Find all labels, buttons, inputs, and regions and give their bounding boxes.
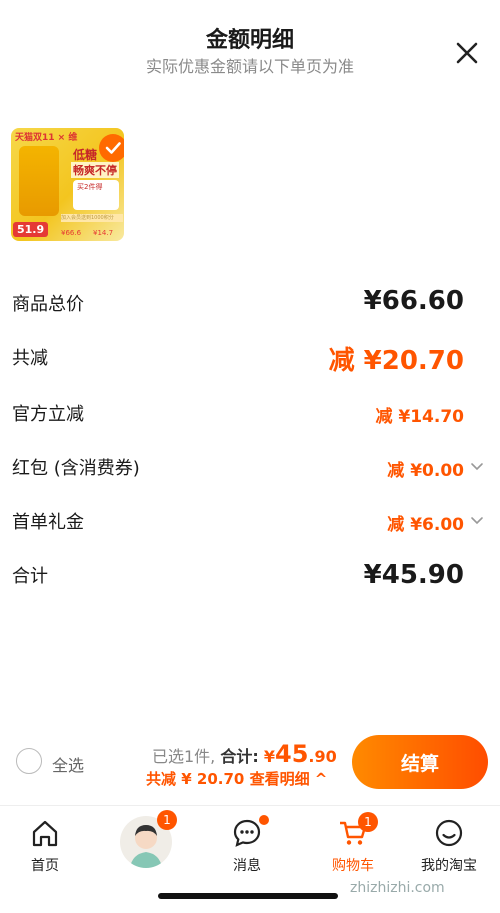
view-detail-text: 查看明细 ^ [249, 770, 328, 788]
chat-bubble-icon [233, 819, 261, 847]
detail-header: 金额明细 实际优惠金额请以下单页为准 [0, 0, 500, 90]
thumb-original-price: ¥66.6 [61, 229, 82, 237]
total-label: 合计: [220, 747, 259, 766]
thumb-card-text: 买2件得 [77, 183, 103, 191]
row-label: 官方立减 [12, 404, 84, 425]
tab-label: 购物车 [332, 858, 374, 874]
discount-detail-link[interactable]: 共减 ¥ 20.70 查看明细 ^ [146, 768, 327, 789]
tab-mine[interactable]: 我的淘宝 [404, 812, 494, 874]
smile-face-icon [435, 819, 463, 847]
thumb-tagline: 畅爽不停 [71, 162, 119, 178]
tab-label: 我的淘宝 [421, 858, 477, 874]
row-total-discount: 共减 减 ¥20.70 [12, 344, 488, 376]
row-label: 商品总价 [12, 294, 84, 315]
row-label: 红包 (含消费券) [12, 458, 140, 479]
product-thumbnail[interactable]: 天猫双11 × 维 低糖 畅爽不停 买2件得 加入会员送到1000积分 51.9… [11, 128, 124, 241]
selection-summary: 已选1件, 合计: ¥45.90 [152, 740, 337, 768]
row-value: 减 ¥20.70 [328, 346, 464, 376]
selected-count: 已选1件, [152, 747, 216, 766]
home-indicator [158, 893, 338, 899]
tab-cart[interactable]: 购物车 [308, 812, 398, 874]
page-title: 金额明细 [205, 28, 294, 53]
total-integer: 45 [275, 740, 309, 768]
total-currency: ¥ [263, 747, 276, 766]
checkout-button[interactable]: 结算 [352, 735, 488, 789]
row-value: ¥66.60 [363, 286, 464, 316]
messages-dot [259, 815, 269, 825]
chevron-down-icon[interactable] [470, 514, 484, 528]
selected-check[interactable] [99, 134, 124, 162]
avatar-badge: 1 [157, 810, 177, 830]
chevron-down-icon[interactable] [470, 460, 484, 474]
thumb-price: 51.9 [13, 222, 49, 237]
tab-home[interactable]: 首页 [0, 812, 90, 874]
thumb-promo-card: 买2件得 [73, 180, 119, 210]
thumb-headline: 低糖 [73, 148, 98, 162]
thumb-badge: 天猫双11 × 维 [15, 133, 78, 143]
checkout-bar: 全选 已选1件, 合计: ¥45.90 共减 ¥ 20.70 查看明细 ^ 结算 [0, 726, 500, 804]
row-grand-total: 合计 ¥45.90 [12, 560, 488, 592]
select-all-label[interactable]: 全选 [52, 752, 84, 776]
watermark: zhizhizhi.com [350, 880, 445, 896]
row-label: 首单礼金 [12, 512, 84, 533]
select-all-radio[interactable] [16, 748, 42, 774]
row-red-packet[interactable]: 红包 (含消费券) 减 ¥0.00 [12, 454, 488, 484]
row-label: 合计 [12, 566, 48, 587]
home-icon [32, 820, 58, 847]
close-icon [456, 42, 478, 64]
tab-label: 首页 [31, 858, 59, 874]
row-value: 减 ¥6.00 [387, 515, 464, 535]
tab-label: 消息 [233, 858, 261, 874]
row-subtotal: 商品总价 ¥66.60 [12, 286, 488, 320]
thumb-discount: ¥14.7 [93, 229, 114, 237]
row-official-discount: 官方立减 减 ¥14.70 [12, 400, 488, 430]
row-first-order-gift[interactable]: 首单礼金 减 ¥6.00 [12, 508, 488, 538]
row-label: 共减 [12, 348, 48, 369]
page-subtitle: 实际优惠金额请以下单页为准 [145, 57, 354, 76]
discount-text: 共减 ¥ 20.70 [146, 770, 245, 788]
product-can-image [19, 146, 59, 216]
row-value: ¥45.90 [363, 560, 464, 590]
thumb-strip: 加入会员送到1000积分 [61, 214, 123, 222]
cart-badge: 1 [358, 812, 378, 832]
row-value: 减 ¥14.70 [375, 407, 464, 427]
tab-messages[interactable]: 消息 [202, 812, 292, 874]
total-decimal: .90 [308, 747, 337, 766]
row-value: 减 ¥0.00 [387, 461, 464, 481]
close-button[interactable] [450, 36, 484, 70]
check-circle-icon [105, 142, 121, 154]
